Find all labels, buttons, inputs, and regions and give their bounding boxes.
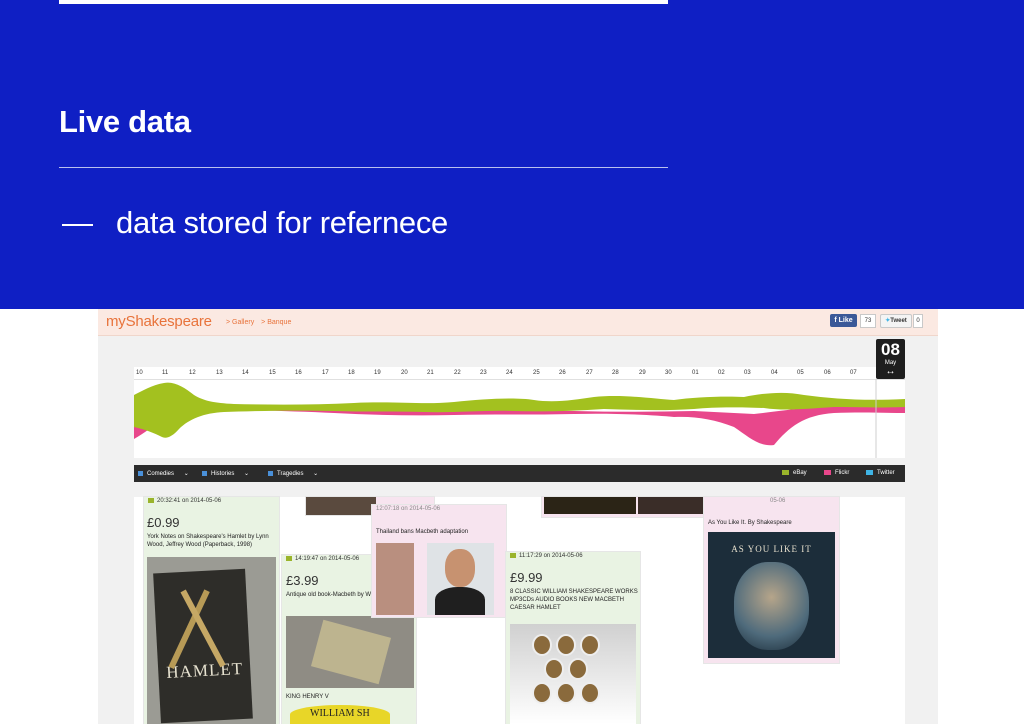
filter-histories[interactable]: Histories ⌄ (202, 470, 249, 477)
gallery-item-ebay[interactable]: 20:32:41 on 2014-05-06 £0.99 York Notes … (144, 497, 279, 724)
slide-title: Live data (59, 104, 191, 139)
selected-date-badge[interactable]: 08 May ↔ (876, 339, 905, 379)
site-logo[interactable]: myShakespeare (106, 313, 212, 330)
item-timestamp: 14:19:47 on 2014-05-06 (295, 556, 360, 562)
item-title: 8 CLASSIC WILLIAM SHAKESPEARE WORKS MP3C… (510, 589, 638, 611)
ebay-icon (510, 553, 516, 558)
bullet-dash: — (62, 205, 93, 240)
tweet-count: 0 (913, 314, 923, 328)
item-meta: 05-06 (770, 498, 786, 504)
cd-graphic (544, 658, 564, 680)
filter-comedies[interactable]: Comedies ⌄ (138, 470, 189, 477)
bullet-point: — data stored for refernece (62, 205, 448, 241)
image-caption-text: WILLIAM SH (310, 708, 370, 719)
cd-graphic (556, 682, 576, 704)
cd-graphic (532, 634, 552, 656)
site-header: myShakespeare > Gallery > Banque f Like … (98, 309, 938, 336)
website-screenshot: myShakespeare > Gallery > Banque f Like … (98, 309, 938, 724)
source-label: eBay (793, 470, 807, 476)
book-cover: HAMLET (153, 568, 253, 724)
gallery-item-ebay[interactable]: 11:17:29 on 2014-05-06 £9.99 8 CLASSIC W… (506, 552, 640, 724)
ebay-icon (286, 556, 292, 561)
item-image (427, 543, 494, 615)
old-book (310, 619, 392, 685)
portrait-graphic (734, 562, 809, 650)
bullet-text: data stored for refernece (116, 205, 448, 240)
cd-graphic (556, 634, 576, 656)
chevron-down-icon: ⌄ (183, 471, 189, 477)
item-meta: 12:07:18 on 2014-05-06 (376, 506, 441, 512)
item-title: York Notes on Shakespeare's Hamlet by Ly… (147, 534, 269, 548)
flickr-swatch (824, 470, 831, 475)
like-label: Like (838, 317, 853, 324)
filter-label: Comedies (147, 471, 175, 477)
item-image: HAMLET (147, 557, 276, 724)
gallery-item-flickr[interactable]: 12:07:18 on 2014-05-06 Thailand bans Mac… (372, 505, 506, 617)
item-timestamp: 20:32:41 on 2014-05-06 (157, 498, 222, 504)
breadcrumb-banque[interactable]: > Banque (261, 319, 291, 326)
item-meta: 11:17:29 on 2014-05-06 (510, 553, 583, 559)
source-ebay[interactable]: eBay (782, 470, 807, 476)
tweet-button[interactable]: ✦Tweet (880, 314, 912, 328)
cd-graphic (568, 658, 588, 680)
chevron-down-icon: ⌄ (313, 471, 319, 477)
checkbox-icon (202, 471, 207, 476)
breadcrumb-gallery[interactable]: > Gallery (226, 319, 254, 326)
filter-label: Tragedies (277, 471, 304, 477)
checkbox-icon (268, 471, 273, 476)
item-image: AS YOU LIKE IT (708, 532, 835, 658)
book-title: HAMLET (165, 658, 244, 682)
item-price: £0.99 (147, 515, 180, 530)
shirt-graphic (435, 587, 485, 615)
source-label: Twitter (877, 470, 895, 476)
item-image (286, 616, 414, 688)
filter-label: Histories (211, 471, 235, 477)
facebook-like-button[interactable]: f Like (830, 314, 857, 327)
item-price: £9.99 (510, 570, 543, 585)
item-image (510, 624, 636, 724)
drag-arrows-icon: ↔ (885, 366, 896, 377)
gallery-item-flickr[interactable]: 05-06 As You Like It. By Shakespeare AS … (704, 497, 839, 663)
like-count: 73 (860, 314, 876, 328)
title-divider (59, 167, 668, 168)
cd-graphic (580, 634, 600, 656)
filter-bar: Comedies ⌄ Histories ⌄ Tragedies ⌄ eBay … (134, 465, 905, 482)
book-title: AS YOU LIKE IT (731, 544, 812, 554)
item-caption: KING HENRY V (286, 694, 329, 700)
top-divider (59, 0, 668, 4)
streamgraph-svg (134, 379, 905, 458)
item-image: WILLIAM SH (290, 705, 390, 724)
source-twitter[interactable]: Twitter (866, 470, 895, 476)
twitter-swatch (866, 470, 873, 475)
ebay-icon (148, 498, 154, 503)
slide-header-area: Live data — data stored for refernece (0, 0, 1024, 309)
item-meta: 14:19:47 on 2014-05-06 (286, 556, 359, 562)
item-image (376, 543, 414, 615)
ebay-swatch (782, 470, 789, 475)
selected-day: 08 (881, 340, 900, 359)
cd-graphic (580, 682, 600, 704)
checkbox-icon (138, 471, 143, 476)
item-image (306, 497, 376, 515)
face-graphic (445, 549, 475, 587)
item-image (544, 497, 636, 514)
gallery: 20:32:41 on 2014-05-06 £0.99 York Notes … (134, 497, 905, 724)
timeline-streamgraph[interactable]: 10 11 12 13 14 15 16 17 18 19 20 21 22 2… (134, 367, 905, 458)
breadcrumb: > Gallery > Banque (226, 319, 296, 326)
tweet-label: Tweet (890, 318, 907, 324)
item-meta: 20:32:41 on 2014-05-06 (148, 498, 221, 504)
source-label: Flickr (835, 470, 850, 476)
chevron-down-icon: ⌄ (244, 471, 250, 477)
item-price: £3.99 (286, 573, 319, 588)
item-timestamp: 11:17:29 on 2014-05-06 (519, 553, 583, 559)
source-flickr[interactable]: Flickr (824, 470, 849, 476)
filter-tragedies[interactable]: Tragedies ⌄ (268, 470, 318, 477)
item-title: As You Like It. By Shakespeare (708, 520, 792, 526)
cd-graphic (532, 682, 552, 704)
item-title: Thailand bans Macbeth adaptation (376, 529, 469, 535)
